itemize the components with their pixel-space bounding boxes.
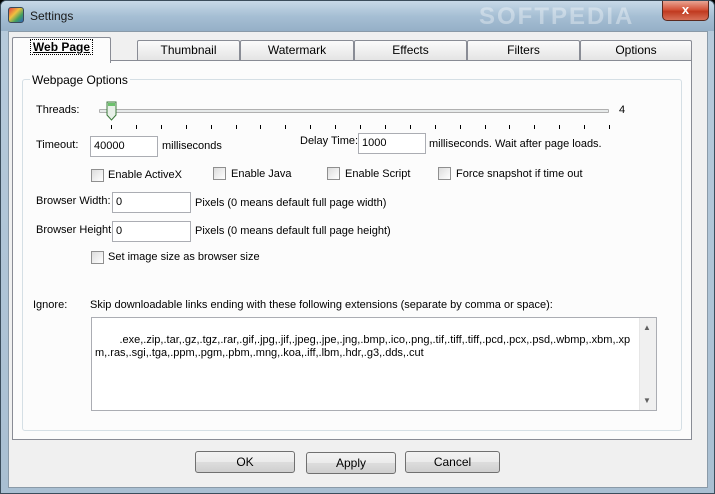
close-button[interactable]: x [662,1,709,21]
browser-height-label: Browser Height: [36,224,115,236]
web-page-panel: Webpage Options Threads: 4 Timeout: 4000… [12,60,692,440]
browser-width-label: Browser Width: [36,195,111,207]
delay-unit: milliseconds. Wait after page loads. [429,138,602,150]
tab-effects[interactable]: Effects [354,40,467,61]
ignore-extensions-text: .exe,.zip,.tar,.gz,.tgz,.rar,.gif,.jpg,.… [95,334,631,359]
apply-button[interactable]: Apply [306,452,396,474]
cancel-button[interactable]: Cancel [405,451,500,473]
slider-tick [210,125,212,129]
slider-tick [584,125,586,129]
slider-tick [459,125,461,129]
slider-tick [360,125,361,129]
enable-script-label: Enable Script [345,168,411,180]
set-image-size-label: Set image size as browser size [108,251,260,263]
window-title: Settings [30,9,74,23]
app-icon [8,7,24,23]
slider-tick [285,125,287,129]
threads-label: Threads: [36,104,80,116]
title-bar[interactable]: Settings SOFTPEDIA x [1,1,714,31]
settings-window: Settings SOFTPEDIA x Web Page Thumbnail … [0,0,715,494]
slider-tick [310,125,312,129]
browser-width-input[interactable]: 0 [112,192,191,213]
scroll-up-icon[interactable]: ▲ [643,321,651,334]
group-title: Webpage Options [30,73,130,87]
browser-width-hint: Pixels (0 means default full page width) [195,197,387,209]
slider-tick [235,125,237,129]
enable-java-label: Enable Java [231,168,292,180]
enable-java-checkbox[interactable] [213,167,226,180]
watermark: SOFTPEDIA [479,3,635,30]
slider-tick [534,125,536,129]
dialog-client: Web Page Thumbnail Watermark Effects Fil… [8,31,708,488]
slider-tick [434,125,436,129]
slider-tick [509,125,511,129]
slider-tick [135,125,137,129]
timeout-label: Timeout: [36,139,79,151]
force-snapshot-checkbox[interactable] [438,167,451,180]
slider-tick [559,125,561,129]
close-icon: x [681,2,690,17]
textarea-scrollbar[interactable]: ▲ ▼ [639,318,656,410]
slider-tick [260,125,262,129]
tab-strip: Web Page Thumbnail Watermark Effects Fil… [12,37,702,63]
slider-tick [160,125,162,129]
browser-height-input[interactable]: 0 [112,221,191,242]
scroll-down-icon[interactable]: ▼ [643,394,651,407]
browser-height-hint: Pixels (0 means default full page height… [195,225,391,237]
enable-script-checkbox[interactable] [327,167,340,180]
tab-web-page[interactable]: Web Page [12,37,111,63]
threads-slider-track[interactable] [99,109,609,113]
tab-options[interactable]: Options [580,40,692,61]
slider-tick [409,125,411,129]
delay-input[interactable]: 1000 [358,133,426,154]
ignore-extensions-textarea[interactable]: .exe,.zip,.tar,.gz,.tgz,.rar,.gif,.jpg,.… [91,317,657,411]
ok-button[interactable]: OK [195,451,295,473]
timeout-input[interactable]: 40000 [90,136,158,157]
slider-tick [185,125,187,129]
slider-tick [484,125,486,129]
enable-activex-checkbox[interactable] [91,169,104,182]
timeout-unit: milliseconds [162,140,222,152]
ignore-label: Ignore: [33,299,68,311]
tab-thumbnail[interactable]: Thumbnail [137,40,240,61]
force-snapshot-label: Force snapshot if time out [456,168,583,180]
tab-watermark[interactable]: Watermark [240,40,354,61]
threads-slider-thumb[interactable] [106,101,117,121]
slider-tick [384,125,386,129]
slider-tick [335,125,337,129]
tab-filters[interactable]: Filters [467,40,580,61]
delay-label: Delay Time: [300,135,359,147]
threads-value: 4 [619,104,626,116]
enable-activex-label: Enable ActiveX [108,169,182,181]
slider-tick [609,125,610,129]
set-image-size-checkbox[interactable] [91,251,104,264]
ignore-description: Skip downloadable links ending with thes… [90,299,553,311]
slider-tick [111,125,112,129]
